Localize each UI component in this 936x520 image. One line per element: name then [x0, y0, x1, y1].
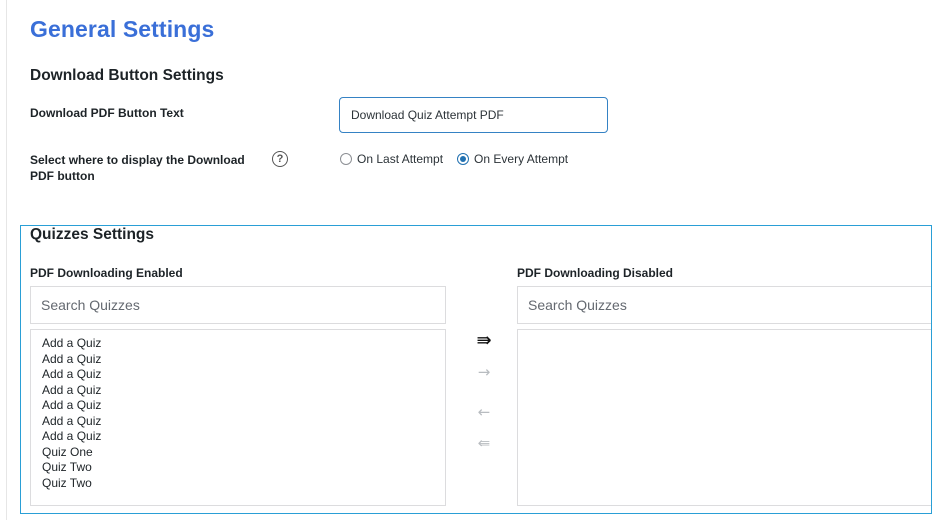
move-all-left-icon[interactable]: ⇚: [470, 433, 498, 453]
disabled-list-label: PDF Downloading Disabled: [517, 266, 674, 280]
list-item[interactable]: Quiz Two: [31, 476, 445, 492]
list-item[interactable]: Quiz Two: [31, 460, 445, 476]
move-all-right-icon[interactable]: ⇛: [470, 331, 498, 351]
enabled-list-label: PDF Downloading Enabled: [30, 266, 183, 280]
radio-label-last-attempt: On Last Attempt: [357, 152, 444, 166]
page-title: General Settings: [30, 16, 215, 42]
download-button-settings-title: Download Button Settings: [30, 67, 224, 84]
list-item[interactable]: Add a Quiz: [31, 336, 445, 352]
button-text-label: Download PDF Button Text: [30, 106, 184, 120]
radio-on-last-attempt[interactable]: On Last Attempt: [340, 152, 443, 166]
help-icon[interactable]: ?: [272, 151, 288, 167]
list-item[interactable]: Add a Quiz: [31, 398, 445, 414]
move-selected-right-icon[interactable]: →: [470, 362, 498, 382]
move-selected-left-icon[interactable]: ←: [470, 402, 498, 422]
list-item[interactable]: Add a Quiz: [31, 414, 445, 430]
button-text-input[interactable]: [339, 97, 608, 133]
display-location-radio-group: On Last Attempt On Every Attempt: [340, 152, 582, 166]
enabled-quiz-listbox[interactable]: Add a Quiz Add a Quiz Add a Quiz Add a Quiz…: [30, 329, 446, 506]
disabled-search-input[interactable]: [517, 286, 931, 324]
radio-button-checked[interactable]: [457, 153, 470, 165]
list-item[interactable]: Add a Quiz: [31, 352, 445, 368]
disabled-quiz-listbox[interactable]: [517, 329, 931, 506]
list-item[interactable]: Quiz One: [31, 445, 445, 461]
radio-on-every-attempt[interactable]: On Every Attempt: [457, 152, 568, 166]
list-item[interactable]: Add a Quiz: [31, 429, 445, 445]
enabled-search-input[interactable]: [30, 286, 446, 324]
list-item[interactable]: Add a Quiz: [31, 383, 445, 399]
radio-label-every-attempt: On Every Attempt: [474, 152, 569, 166]
quizzes-settings-title: Quizzes Settings: [30, 226, 155, 243]
display-location-label: Select where to display the Download PDF…: [30, 153, 245, 183]
list-item[interactable]: Add a Quiz: [31, 367, 445, 383]
page-left-border: [6, 0, 7, 520]
radio-button-unchecked[interactable]: [340, 153, 352, 165]
